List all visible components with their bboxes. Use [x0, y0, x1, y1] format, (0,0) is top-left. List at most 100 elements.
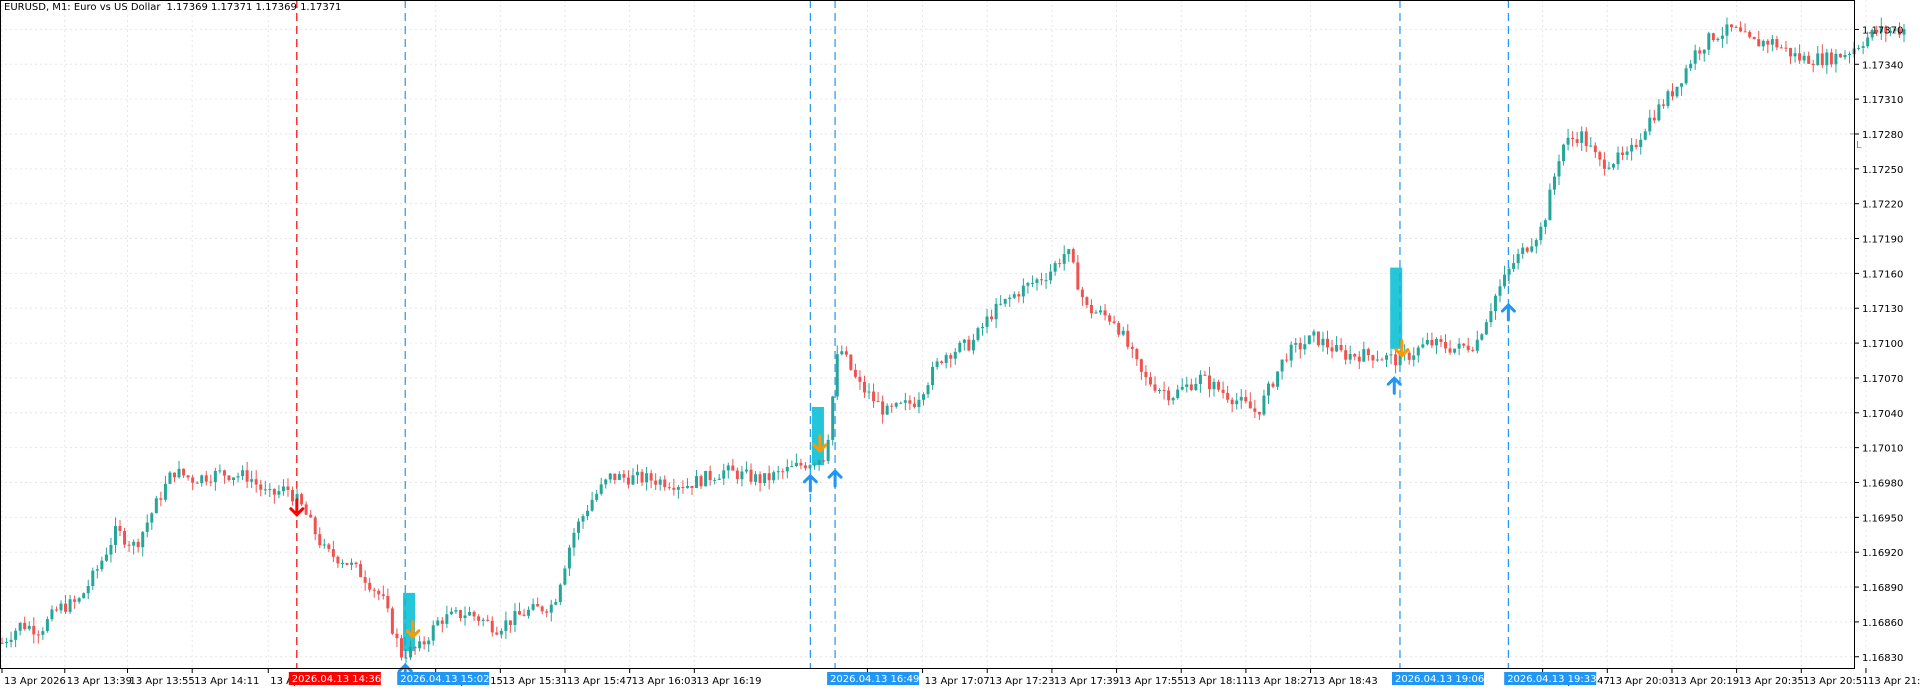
side-label: L: [1856, 140, 1862, 151]
candle-body: [136, 541, 140, 548]
candle-body: [631, 475, 635, 485]
candle-body: [363, 577, 367, 583]
candle-body: [1217, 381, 1221, 390]
candle-body: [1344, 350, 1348, 360]
candle-body: [813, 464, 817, 466]
candle-body: [949, 355, 953, 359]
candle-body: [794, 462, 798, 467]
candle-body: [213, 470, 217, 483]
candle-body: [1130, 346, 1134, 349]
time-marker-label: 2026.04.13 15:02: [397, 672, 489, 685]
candle-body: [272, 488, 276, 495]
candle-body: [1089, 304, 1093, 314]
candle-body: [5, 641, 9, 643]
candle-body: [1108, 315, 1112, 322]
candle-body: [1802, 55, 1806, 61]
candle-body: [513, 611, 517, 626]
candle-body: [1584, 131, 1588, 147]
candle-body: [1294, 342, 1298, 345]
candle-body: [427, 640, 431, 645]
candle-body: [1666, 91, 1670, 106]
time-marker-text: 2026.04.13 16:49: [830, 674, 919, 685]
time-marker-text: 2026.04.13 19:33: [1507, 674, 1596, 685]
candle-body: [1366, 349, 1370, 356]
y-tick-label: 1.17310: [1862, 95, 1903, 106]
candle-body: [586, 510, 590, 517]
price-chart[interactable]: 1.17370 1.17340 1.17310 1.17280 1.17250 1.172…: [0, 0, 1920, 694]
candle-body: [145, 522, 149, 532]
candle-body: [1557, 161, 1561, 177]
signal-box: [811, 406, 824, 466]
candle-body: [1371, 355, 1375, 361]
candle-body: [431, 625, 435, 641]
candle-body: [1625, 151, 1629, 155]
candle-body: [1076, 262, 1080, 290]
candle-body: [54, 609, 58, 611]
x-tick-label: 13 Apr 21:07: [1868, 676, 1920, 687]
time-marker-label: 2026.04.13 14:36: [288, 672, 381, 685]
candle-body: [113, 526, 117, 545]
candle-body: [9, 639, 13, 642]
candle-body: [1857, 47, 1861, 49]
y-tick-label: 1.16920: [1862, 548, 1903, 559]
candle-body: [1071, 249, 1075, 263]
candle-body: [672, 487, 676, 490]
chart-window[interactable]: 1.17370 1.17340 1.17310 1.17280 1.17250 1.172…: [0, 0, 1920, 694]
candle-body: [1262, 395, 1266, 415]
candle-body: [254, 479, 258, 485]
candle-body: [1257, 411, 1261, 415]
candle-body: [831, 396, 835, 440]
candle-body: [508, 620, 512, 626]
candle-body: [18, 622, 22, 631]
candle-body: [1221, 389, 1225, 393]
y-tick-label: 1.16950: [1862, 513, 1903, 524]
candle-body: [331, 549, 335, 557]
candle-body: [1421, 344, 1425, 348]
candle-body: [1634, 144, 1638, 147]
candle-body: [626, 477, 630, 485]
candle-body: [1534, 240, 1538, 247]
candle-body: [300, 494, 304, 505]
candle-body: [667, 487, 671, 489]
candle-body: [517, 611, 521, 615]
candle-body: [1616, 152, 1620, 165]
candle-body: [1838, 53, 1842, 58]
candle-body: [354, 562, 358, 565]
candle-body: [241, 470, 245, 477]
candle-body: [1266, 383, 1270, 396]
candle-body: [91, 570, 95, 586]
x-tick-label: 13 Apr 15:47: [567, 676, 632, 687]
candle-body: [640, 471, 644, 483]
candle-body: [754, 474, 758, 482]
candle-body: [1330, 347, 1334, 352]
candle-body: [1798, 53, 1802, 61]
candle-body: [1353, 354, 1357, 357]
candle-body: [695, 476, 699, 489]
candle-body: [876, 401, 880, 403]
arrow-shape: [802, 473, 818, 493]
candle-body: [1158, 390, 1162, 392]
candle-body: [1539, 226, 1543, 241]
candle-body: [1385, 355, 1389, 360]
candle-body: [835, 354, 839, 397]
candle-body: [744, 469, 748, 472]
candle-body: [1457, 343, 1461, 349]
x-tick-label: 13 Apr 16:19: [696, 676, 761, 687]
candle-body: [1325, 338, 1329, 348]
candle-body: [599, 484, 603, 494]
x-tick-label: 13 Apr 17:55: [1119, 676, 1184, 687]
candle-body: [1693, 50, 1697, 64]
candle-body: [1021, 285, 1025, 297]
candle-body: [218, 470, 222, 472]
buy-arrow-icon: [802, 473, 818, 493]
candle-body: [822, 460, 826, 462]
candle-body: [1430, 339, 1434, 346]
candle-body: [572, 532, 576, 548]
candle-body: [1866, 37, 1870, 47]
candle-body: [1103, 310, 1107, 316]
candle-body: [1271, 383, 1275, 387]
candle-body: [781, 471, 785, 473]
candle-body: [504, 620, 508, 631]
candle-body: [1648, 117, 1652, 132]
candle-body: [1734, 27, 1738, 29]
